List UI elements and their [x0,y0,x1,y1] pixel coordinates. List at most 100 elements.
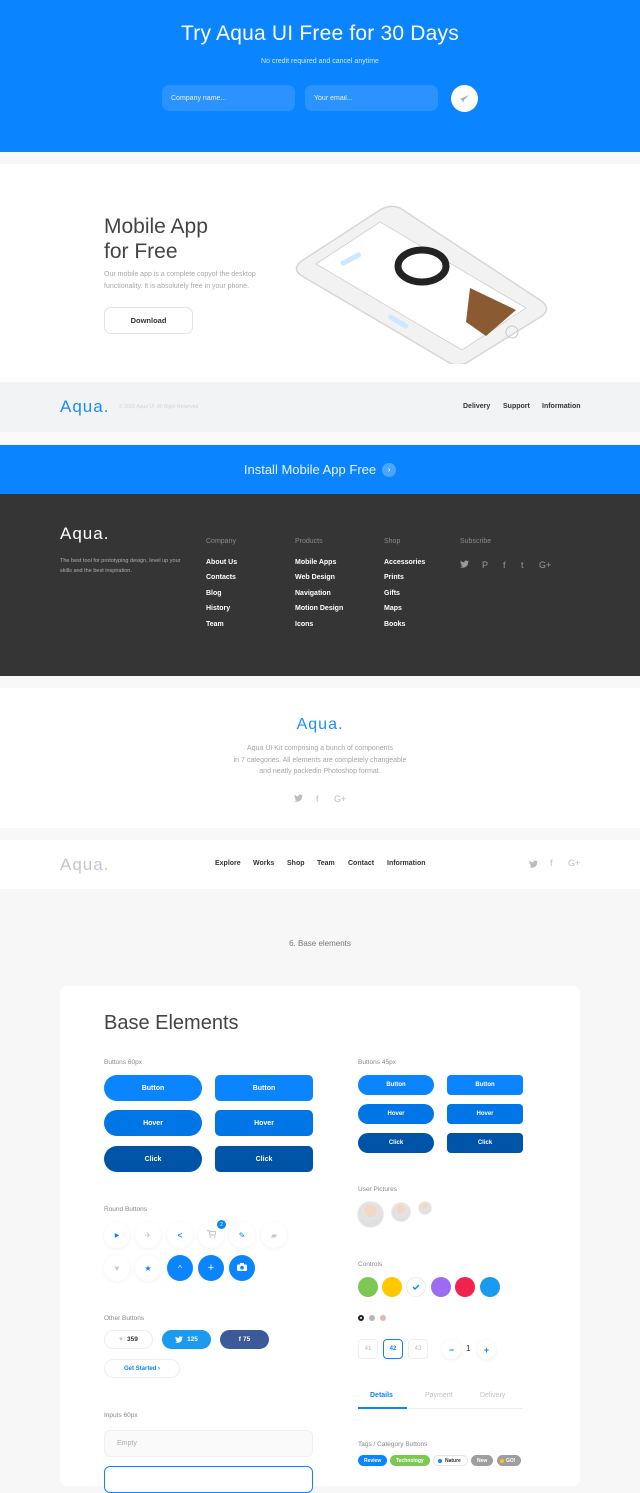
install-app-banner[interactable]: Install Mobile App Free › [0,445,640,494]
footer-link[interactable]: Mobile Apps [295,559,336,566]
nav-link-information[interactable]: Information [387,860,426,867]
nav-link-team[interactable]: Team [317,860,335,867]
footer-link[interactable]: Blog [206,590,222,597]
button-square-default[interactable]: Button [215,1075,313,1101]
page-button-active[interactable]: 42 [383,1339,403,1359]
color-swatch-green[interactable] [358,1277,378,1297]
footer-link[interactable]: Prints [384,574,404,581]
button-square-hover[interactable]: Hover [215,1110,313,1136]
download-button[interactable]: Download [104,307,193,334]
tag-new[interactable]: New [471,1455,494,1466]
footer-link-support[interactable]: Support [503,403,530,410]
color-swatch-purple[interactable] [431,1277,451,1297]
footer-link[interactable]: Accessories [384,559,425,566]
button-rounded-default[interactable]: Button [104,1075,202,1101]
page-button[interactable]: 43 [408,1339,428,1359]
play-button[interactable]: ▶ [104,1222,130,1248]
nav-logo[interactable]: Aqua. [60,855,109,875]
button-small-square-hover[interactable]: Hover [447,1104,523,1124]
company-name-input[interactable] [162,85,295,111]
footer-link[interactable]: Motion Design [295,605,343,612]
share-button[interactable]: < [167,1222,193,1248]
rocket-button[interactable]: ✈ [135,1222,161,1248]
minus-icon: − [448,1344,455,1355]
footer-link[interactable]: Books [384,621,405,628]
scroll-up-button[interactable]: ^ [167,1255,193,1281]
google-plus-icon[interactable]: G+ [568,858,580,868]
button-square-click[interactable]: Click [215,1146,313,1172]
tumblr-icon[interactable]: t [521,560,524,570]
footer-link[interactable]: Maps [384,605,402,612]
radio-option[interactable] [369,1315,375,1321]
nav-link-contact[interactable]: Contact [348,860,374,867]
button-small-square-click[interactable]: Click [447,1133,523,1153]
footer-link[interactable]: History [206,605,230,612]
nav-link-shop[interactable]: Shop [287,860,305,867]
tab-delivery[interactable]: Delivery [480,1392,505,1399]
tag-technology[interactable]: Technology [390,1455,430,1466]
favorite-button[interactable]: ★ [135,1255,161,1281]
radio-selected[interactable] [358,1315,364,1321]
tab-payment[interactable]: Payment [425,1392,453,1399]
footer-link[interactable]: Web Design [295,574,335,581]
like-count-button[interactable]: ♥ 359 [104,1330,153,1349]
other-buttons-label: Other Buttons [104,1315,145,1322]
button-small-rounded-default[interactable]: Button [358,1075,434,1095]
color-swatch-blue[interactable] [480,1277,500,1297]
twitter-icon[interactable] [294,794,303,804]
button-small-rounded-hover[interactable]: Hover [358,1104,434,1124]
cart-badge: 2 [217,1220,226,1229]
footer-link-information[interactable]: Information [542,403,581,410]
increment-button[interactable]: + [477,1340,496,1359]
footer-link[interactable]: Team [206,621,224,628]
color-swatch-yellow[interactable] [382,1277,402,1297]
rocket-icon: ✈ [144,1230,152,1240]
button-rounded-click[interactable]: Click [104,1146,202,1172]
footer-link[interactable]: About Us [206,559,237,566]
button-rounded-hover[interactable]: Hover [104,1110,202,1136]
facebook-icon[interactable]: f [503,560,506,570]
page-button[interactable]: 41 [358,1339,378,1359]
decrement-button[interactable]: − [442,1340,461,1359]
text-input-focused[interactable] [104,1466,313,1493]
nav-link-works[interactable]: Works [253,860,274,867]
submit-trial-button[interactable] [451,85,478,112]
button-small-rounded-click[interactable]: Click [358,1133,434,1153]
camera-button[interactable] [229,1255,255,1281]
footer-logo[interactable]: Aqua. [60,524,109,544]
chat-button[interactable]: ▰ [261,1222,287,1248]
button-small-square-default[interactable]: Button [447,1075,523,1095]
color-swatch-selected[interactable] [406,1277,426,1297]
like-button[interactable]: ♥ [104,1255,130,1281]
twitter-icon[interactable] [529,860,538,870]
google-plus-icon[interactable]: G+ [539,560,551,570]
tag-dot-icon [500,1458,504,1463]
column-heading-shop: Shop [384,538,401,545]
google-plus-icon[interactable]: G+ [334,794,346,804]
tweet-count-button[interactable]: 125 [162,1330,211,1349]
email-input[interactable] [305,85,438,111]
footer-link[interactable]: Icons [295,621,313,628]
pinterest-icon[interactable]: P [482,560,488,570]
facebook-count-button[interactable]: f 75 [220,1330,269,1349]
footer-link-delivery[interactable]: Delivery [463,403,490,410]
twitter-icon[interactable] [460,560,469,570]
divider [0,432,640,445]
color-swatch-red[interactable] [455,1277,475,1297]
nav-link-explore[interactable]: Explore [215,860,241,867]
footer-logo[interactable]: Aqua. [60,397,109,417]
tag-nature[interactable]: Nature [433,1455,468,1466]
text-input-empty[interactable]: Empty [104,1430,313,1457]
radio-option[interactable] [380,1315,386,1321]
facebook-icon[interactable]: f [316,794,319,804]
tag-go[interactable]: GO! [497,1455,522,1466]
add-button[interactable]: + [198,1255,224,1281]
footer-link[interactable]: Navigation [295,590,331,597]
facebook-icon[interactable]: f [550,858,553,868]
get-started-button[interactable]: Get Started › [104,1359,180,1378]
tab-details[interactable]: Details [370,1392,393,1399]
edit-button[interactable]: ✎ [229,1222,255,1248]
footer-link[interactable]: Contacts [206,574,236,581]
footer-link[interactable]: Gifts [384,590,400,597]
tag-review[interactable]: Review [358,1455,388,1466]
